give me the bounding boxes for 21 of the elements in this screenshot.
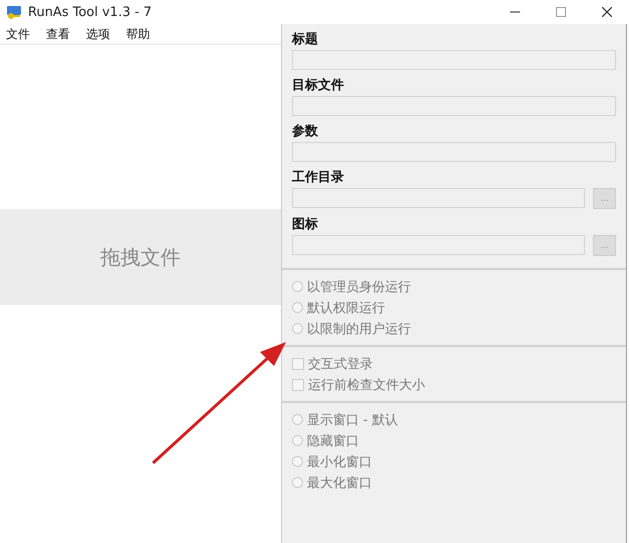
menu-item[interactable]: 文件 xyxy=(6,26,30,42)
field-label: 参数 xyxy=(292,123,319,141)
close-icon[interactable] xyxy=(602,7,612,17)
option-label: 隐藏窗口 xyxy=(307,432,359,450)
option-label: 显示窗口 - 默认 xyxy=(307,412,398,428)
menu-item[interactable]: 选项 xyxy=(86,26,110,42)
field-label: 标题 xyxy=(292,31,319,49)
field-label: 图标 xyxy=(292,216,319,234)
field-label: 目标文件 xyxy=(292,76,345,95)
option-label: 交互式登录 xyxy=(308,356,373,372)
field-label: 工作目录 xyxy=(292,169,345,187)
menu-item[interactable]: 查看 xyxy=(46,26,70,42)
option-label: 以管理员身份运行 xyxy=(307,278,411,296)
option-label: 最大化窗口 xyxy=(307,474,372,492)
window-title: RunAs Tool v1.3 - 7 xyxy=(28,4,152,20)
option-label: 默认权限运行 xyxy=(307,300,385,316)
maximize-icon[interactable] xyxy=(556,7,566,17)
option-label: 以限制的用户运行 xyxy=(307,320,411,338)
option-label: 运行前检查文件大小 xyxy=(308,376,425,394)
option-label: 最小化窗口 xyxy=(307,454,372,470)
menu-item[interactable]: 帮助 xyxy=(126,26,150,42)
